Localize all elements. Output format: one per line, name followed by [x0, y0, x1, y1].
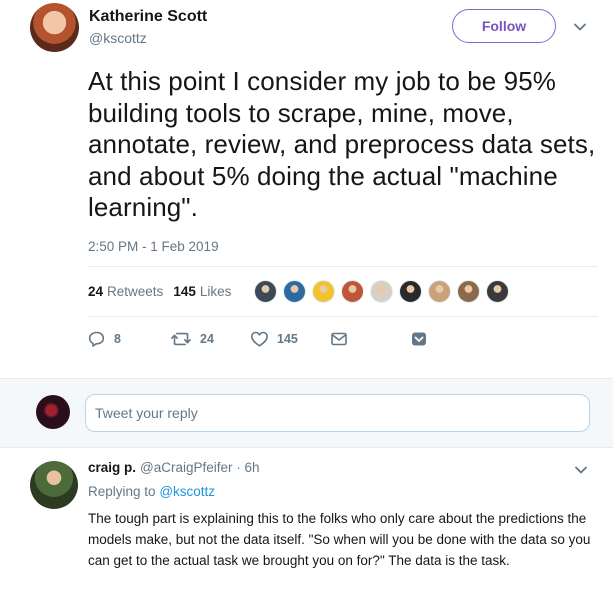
reply-text: The tough part is explaining this to the… — [88, 511, 591, 568]
current-user-avatar — [36, 395, 70, 429]
share-action[interactable] — [410, 330, 436, 348]
reply-composer: Tweet your reply — [0, 378, 613, 448]
envelope-icon — [331, 332, 347, 346]
liker-avatar[interactable] — [457, 280, 480, 303]
liker-avatar[interactable] — [428, 280, 451, 303]
divider — [88, 316, 598, 317]
retweet-action[interactable]: 24 — [170, 330, 214, 348]
liker-avatar[interactable] — [283, 280, 306, 303]
like-action[interactable]: 145 — [250, 330, 298, 348]
reply-input[interactable]: Tweet your reply — [85, 394, 590, 432]
liker-avatar[interactable] — [399, 280, 422, 303]
liker-avatar[interactable] — [370, 280, 393, 303]
liker-avatars — [254, 280, 515, 303]
liker-avatar[interactable] — [341, 280, 364, 303]
replying-to-handle[interactable]: @kscottz — [159, 484, 215, 499]
reply-author-avatar[interactable] — [30, 461, 78, 509]
chevron-down-icon[interactable] — [574, 463, 588, 477]
author-avatar[interactable] — [30, 3, 79, 52]
reply-action[interactable]: 8 — [88, 330, 121, 348]
follow-button[interactable]: Follow — [452, 9, 556, 43]
like-count: 145 — [277, 332, 298, 346]
reply-icon — [88, 331, 105, 347]
author-name[interactable]: Katherine Scott — [89, 8, 207, 26]
reply-count: 8 — [114, 332, 121, 346]
liker-avatar[interactable] — [254, 280, 277, 303]
likes-stat[interactable]: 145 Likes — [173, 284, 231, 299]
liker-avatar[interactable] — [312, 280, 335, 303]
main-tweet: Katherine Scott @kscottz Follow At this … — [0, 0, 613, 378]
chevron-down-icon[interactable] — [573, 20, 587, 34]
author-handle[interactable]: @kscottz — [89, 30, 147, 46]
tweet-timestamp[interactable]: 2:50 PM - 1 Feb 2019 — [88, 239, 219, 254]
divider — [88, 266, 598, 267]
replying-to-label: Replying to — [88, 484, 156, 499]
reply-meta[interactable]: @aCraigPfeifer · 6h — [140, 460, 260, 475]
reply-tweet: craig p. @aCraigPfeifer · 6h Replying to… — [0, 448, 613, 595]
direct-message-action[interactable] — [330, 330, 356, 348]
replying-to: Replying to @kscottz — [88, 484, 215, 499]
heart-icon — [251, 331, 268, 347]
tweet-text: At this point I consider my job to be 95… — [88, 66, 596, 222]
retweet-icon — [171, 332, 191, 346]
reply-author-name[interactable]: craig p. — [88, 460, 136, 475]
retweets-stat[interactable]: 24 Retweets — [88, 284, 163, 299]
tweet-actions: 8 24 145 — [88, 330, 508, 352]
retweet-count: 24 — [200, 332, 214, 346]
liker-avatar[interactable] — [486, 280, 509, 303]
share-icon — [412, 332, 426, 346]
tweet-stats: 24 Retweets 145 Likes — [88, 284, 231, 299]
